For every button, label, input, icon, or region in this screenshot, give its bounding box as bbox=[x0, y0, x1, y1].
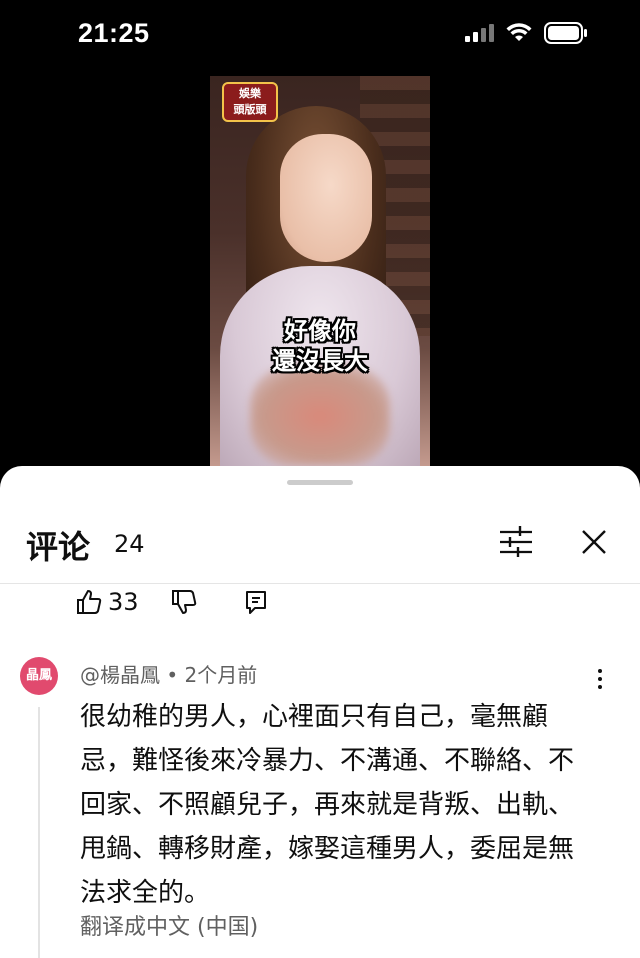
dislike-button[interactable] bbox=[169, 587, 199, 617]
more-dot-icon bbox=[598, 677, 602, 681]
avatar[interactable]: 晶鳳 bbox=[20, 657, 58, 695]
cellular-signal-icon bbox=[465, 24, 494, 42]
more-dot-icon bbox=[598, 685, 602, 689]
comments-count: 24 bbox=[114, 530, 145, 558]
drag-handle[interactable] bbox=[287, 480, 353, 485]
reply-icon bbox=[245, 591, 266, 614]
channel-logo: 娛樂 頭版頭 bbox=[222, 82, 278, 122]
comments-header: 评论 24 bbox=[0, 510, 640, 574]
comments-title: 评论 bbox=[26, 528, 91, 566]
status-icons bbox=[465, 22, 588, 44]
like-button[interactable] bbox=[74, 587, 104, 617]
battery-icon bbox=[544, 22, 587, 44]
subtitle-line1: 好像你 bbox=[284, 317, 356, 345]
sort-filter-button[interactable] bbox=[494, 520, 538, 564]
channel-logo-line2: 頭版頭 bbox=[233, 103, 267, 116]
status-time: 21:25 bbox=[78, 18, 150, 48]
thread-line bbox=[38, 707, 40, 958]
reply-button[interactable] bbox=[241, 587, 271, 617]
video-subtitle: 好像你 還沒長大 bbox=[210, 316, 430, 376]
close-button[interactable] bbox=[572, 520, 616, 564]
comment-text: 很幼稚的男人，心裡面只有自己，毫無顧忌，難怪後來冷暴力、不溝通、不聯絡、不回家、… bbox=[80, 702, 575, 908]
channel-logo-line1: 娛樂 bbox=[239, 87, 261, 100]
thumbs-down-icon bbox=[171, 590, 196, 614]
video-player[interactable]: 娛樂 頭版頭 好像你 還沒長大 bbox=[210, 76, 430, 466]
more-options-button[interactable] bbox=[588, 659, 612, 699]
status-bar: 21:25 bbox=[0, 0, 640, 70]
translate-link[interactable]: 翻译成中文 (中国) bbox=[80, 909, 258, 941]
wifi-icon bbox=[506, 23, 532, 41]
thumbs-up-icon bbox=[77, 590, 102, 614]
video-blurred-region bbox=[250, 366, 390, 466]
comment-author-time[interactable]: @楊晶鳳 • 2个月前 bbox=[80, 659, 257, 688]
subtitle-line2: 還沒長大 bbox=[272, 347, 368, 375]
video-person-face bbox=[280, 134, 372, 262]
like-count: 33 bbox=[108, 588, 139, 616]
close-icon bbox=[582, 530, 606, 554]
comments-sheet: 评论 24 33 晶鳳 @楊晶鳳 • 2个月前 很幼稚的男人，心裡面只有自己，毫… bbox=[0, 466, 640, 958]
sliders-icon bbox=[500, 526, 532, 557]
more-dot-icon bbox=[598, 669, 602, 673]
previous-comment-actions: 33 bbox=[74, 584, 271, 620]
